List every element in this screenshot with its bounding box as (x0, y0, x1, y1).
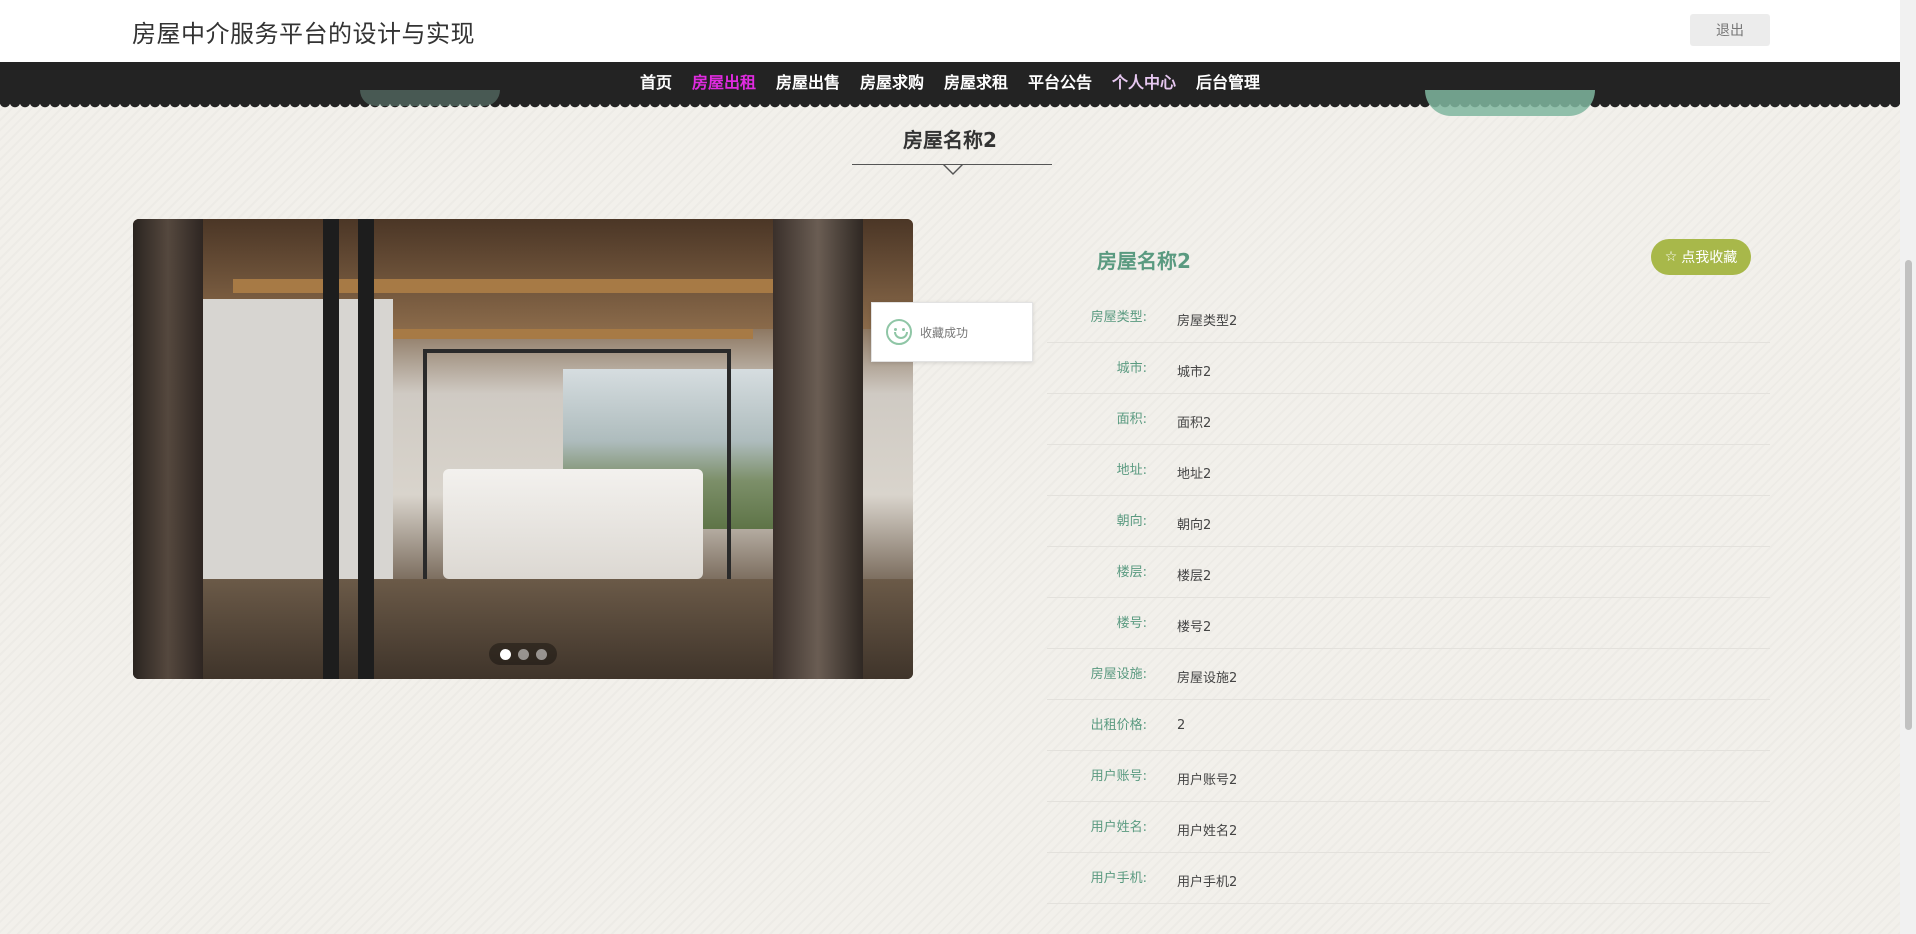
detail-row: 楼号: 楼号2 (1047, 598, 1770, 649)
carousel-dot[interactable] (499, 648, 511, 660)
decorative-arc (360, 90, 500, 106)
logout-button[interactable]: 退出 (1690, 14, 1770, 46)
detail-row: 用户账号: 用户账号2 (1047, 751, 1770, 802)
field-label: 用户手机: (1090, 871, 1147, 886)
field-value: 用户账号2 (1177, 773, 1238, 788)
house-photo-carousel[interactable] (133, 219, 913, 679)
detail-row: 楼层: 楼层2 (1047, 547, 1770, 598)
nav-item-house-rent[interactable]: 房屋出租 (682, 62, 766, 104)
nav-wave-edge (0, 102, 1900, 110)
field-label: 楼层: (1116, 565, 1147, 580)
page-title: 房屋名称2 (903, 128, 997, 152)
detail-row: 城市: 城市2 (1047, 343, 1770, 394)
detail-row: 房屋设施: 房屋设施2 (1047, 649, 1770, 700)
house-name: 房屋名称2 (1097, 249, 1191, 273)
field-label: 房屋类型: (1090, 310, 1147, 325)
nav-item-house-wanted-buy[interactable]: 房屋求购 (850, 62, 934, 104)
field-value: 城市2 (1177, 365, 1212, 380)
detail-row: 朝向: 朝向2 (1047, 496, 1770, 547)
nav-item-house-sale[interactable]: 房屋出售 (766, 62, 850, 104)
field-value: 面积2 (1177, 416, 1212, 431)
field-label: 用户账号: (1090, 769, 1147, 784)
star-icon: ☆ (1664, 249, 1678, 265)
carousel-dot[interactable] (517, 648, 529, 660)
field-value: 朝向2 (1177, 518, 1212, 533)
site-title: 房屋中介服务平台的设计与实现 (132, 20, 475, 48)
field-label: 用户姓名: (1090, 820, 1147, 835)
detail-row: 房屋类型: 房屋类型2 (1047, 292, 1770, 343)
field-value: 房屋设施2 (1177, 671, 1238, 686)
carousel-indicators (489, 643, 557, 665)
detail-row: 出租价格: 2 (1047, 700, 1770, 751)
field-label: 楼号: (1116, 616, 1147, 631)
field-label: 朝向: (1116, 514, 1147, 529)
nav-item-personal-center[interactable]: 个人中心 (1102, 62, 1186, 104)
field-value: 房屋类型2 (1177, 314, 1238, 329)
field-label: 出租价格: (1090, 718, 1147, 733)
detail-fields: 房屋类型: 房屋类型2 城市: 城市2 面积: 面积2 地址: 地址2 朝向: 朝向2 楼… (1047, 292, 1770, 904)
carousel-dot[interactable] (535, 648, 547, 660)
scrollbar-thumb[interactable] (1905, 260, 1912, 730)
favorite-button-label: 点我收藏 (1681, 250, 1738, 266)
field-value: 用户姓名2 (1177, 824, 1238, 839)
decorative-arc (1425, 90, 1595, 116)
detail-row: 用户姓名: 用户姓名2 (1047, 802, 1770, 853)
field-label: 房屋设施: (1090, 667, 1147, 682)
nav-item-house-wanted-rent[interactable]: 房屋求租 (934, 62, 1018, 104)
field-value: 楼层2 (1177, 569, 1212, 584)
top-header: 房屋中介服务平台的设计与实现 退出 (0, 0, 1900, 62)
nav-item-home[interactable]: 首页 (630, 62, 682, 104)
field-label: 地址: (1116, 463, 1147, 478)
field-value: 2 (1177, 718, 1186, 733)
detail-row: 地址: 地址2 (1047, 445, 1770, 496)
detail-row: 面积: 面积2 (1047, 394, 1770, 445)
field-value: 楼号2 (1177, 620, 1212, 635)
nav-item-admin[interactable]: 后台管理 (1186, 62, 1270, 104)
detail-row: 用户手机: 用户手机2 (1047, 853, 1770, 904)
field-label: 面积: (1116, 412, 1147, 427)
smile-icon (886, 319, 912, 345)
field-value: 地址2 (1177, 467, 1212, 482)
field-value: 用户手机2 (1177, 875, 1238, 890)
photo-bed (443, 469, 703, 579)
nav-item-announcements[interactable]: 平台公告 (1018, 62, 1102, 104)
favorite-button[interactable]: ☆ 点我收藏 (1651, 239, 1751, 275)
toast-message: 收藏成功 (920, 325, 969, 340)
field-label: 城市: (1116, 361, 1147, 376)
toast-notification: 收藏成功 (871, 302, 1033, 362)
main-nav: 首页 房屋出租 房屋出售 房屋求购 房屋求租 平台公告 个人中心 后台管理 (0, 62, 1900, 110)
